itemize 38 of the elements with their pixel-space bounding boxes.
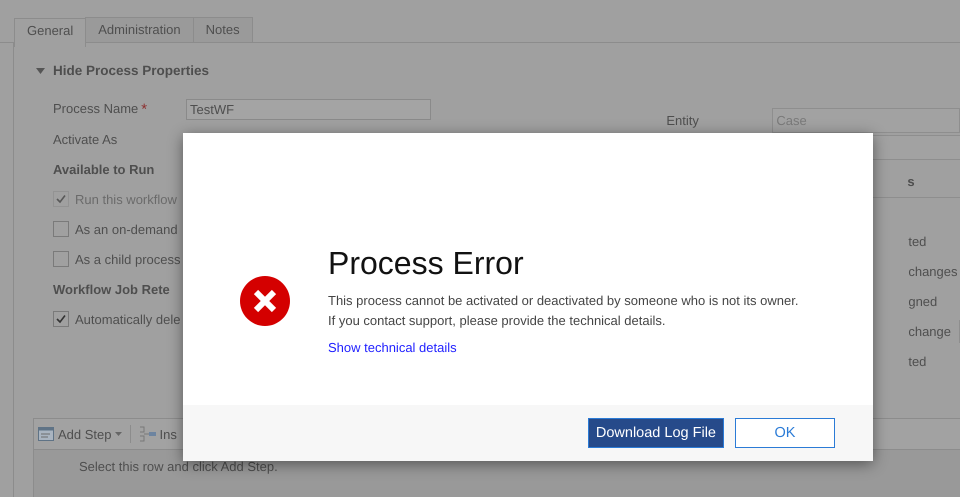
option-label: ted bbox=[908, 354, 926, 368]
error-icon bbox=[239, 275, 291, 327]
caret-icon bbox=[114, 432, 122, 436]
group-heading: Workflow Job Rete bbox=[53, 280, 170, 298]
checkbox-label: Automatically dele bbox=[75, 312, 180, 326]
dialog-title: Process Error bbox=[328, 247, 525, 279]
checkbox[interactable] bbox=[53, 311, 69, 327]
checkbox-label: As a child process bbox=[75, 252, 180, 266]
section-title: Hide Process Properties bbox=[53, 63, 210, 78]
tab[interactable]: Notes bbox=[192, 17, 253, 42]
option-label: changes bbox=[908, 264, 958, 278]
toolbar-button[interactable]: Add Step bbox=[38, 426, 122, 442]
checkbox[interactable] bbox=[53, 221, 69, 237]
checkbox-label: As an on-demand bbox=[75, 222, 178, 236]
technical-details-link[interactable]: Show technical details bbox=[328, 340, 457, 355]
toolbar-button[interactable]: Ins bbox=[138, 426, 177, 442]
ok-button[interactable]: OK bbox=[735, 418, 835, 448]
field-label: Entity bbox=[666, 112, 700, 128]
group-heading: s bbox=[907, 174, 915, 190]
tab[interactable]: General bbox=[14, 18, 86, 47]
tab[interactable]: Administration bbox=[85, 17, 194, 42]
download-button[interactable]: Download Log File bbox=[588, 418, 724, 448]
form-icon bbox=[38, 426, 55, 442]
option-label: ted bbox=[908, 234, 926, 248]
checkmark-icon bbox=[55, 313, 67, 325]
group-heading: Available to Run bbox=[53, 160, 154, 178]
checkbox[interactable] bbox=[53, 251, 69, 267]
field-label: Process Name bbox=[53, 100, 138, 118]
option-label: change bbox=[908, 324, 951, 338]
checkmark-icon bbox=[55, 193, 67, 205]
option-label: gned bbox=[908, 294, 938, 308]
hint-text: Select this row and click Add Step. bbox=[79, 459, 278, 474]
error-message: This process cannot be activated or deactivated by someone who is not its owner. If you contact support, please provide the technical details. bbox=[328, 292, 798, 330]
field-label: Activate As bbox=[53, 132, 118, 146]
collapse-arrow-icon[interactable] bbox=[36, 68, 45, 74]
required-mark: * bbox=[141, 100, 148, 118]
insert-icon bbox=[138, 426, 156, 442]
text-field[interactable]: TestWF bbox=[186, 98, 431, 120]
